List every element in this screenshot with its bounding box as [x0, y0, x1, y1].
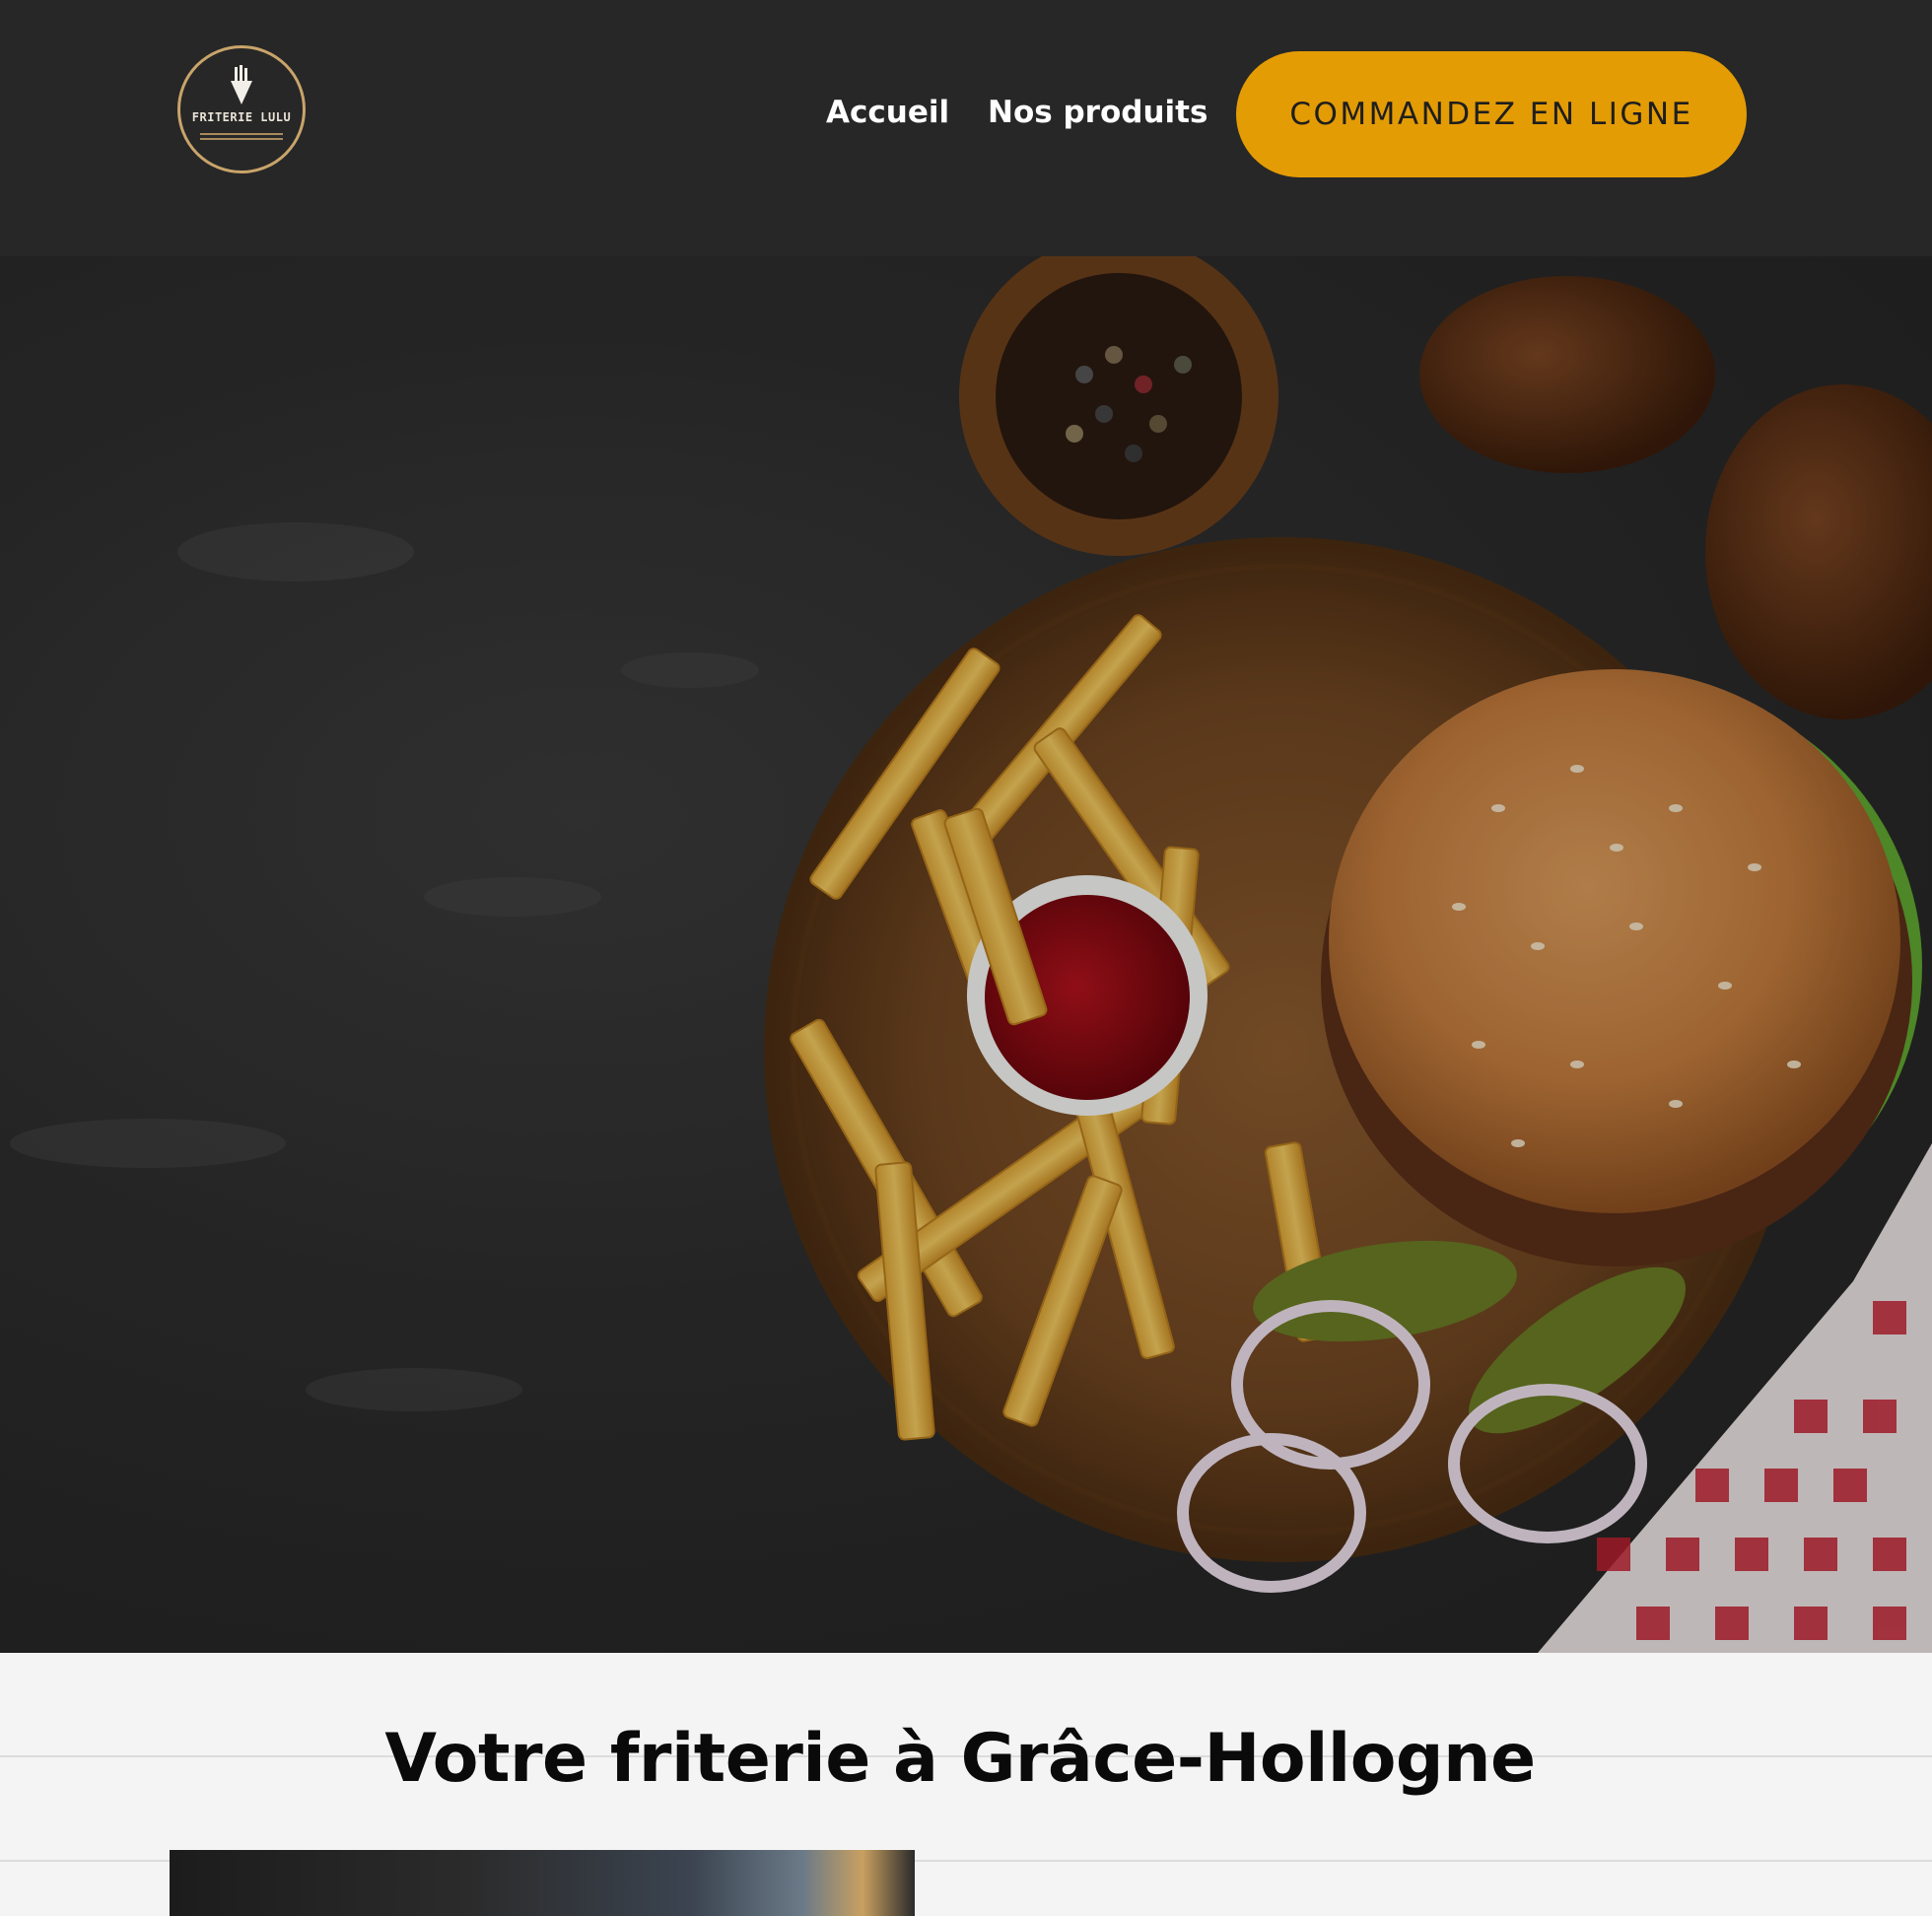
friterie-lulu-logo[interactable]: FRITERIE LULU: [177, 45, 306, 173]
nav-accueil[interactable]: Accueil: [826, 95, 949, 130]
order-online-button[interactable]: COMMANDEZ EN LIGNE: [1236, 51, 1747, 177]
intro-title: Votre friterie à Grâce-Hollogne: [384, 1720, 1536, 1798]
intro-section: Votre friterie à Grâce-Hollogne: [0, 1653, 1932, 1916]
intro-image: [170, 1850, 915, 1916]
nav-nos-produits[interactable]: Nos produits: [988, 95, 1208, 130]
hero-food-image: [0, 256, 1932, 1653]
fries-cone-icon: [231, 65, 252, 104]
site-header: FRITERIE LULU Accueil Nos produits COMMA…: [0, 0, 1932, 256]
hero-slider: [0, 256, 1932, 1653]
logo-underline: [200, 130, 283, 140]
logo-text: FRITERIE LULU: [191, 110, 292, 124]
